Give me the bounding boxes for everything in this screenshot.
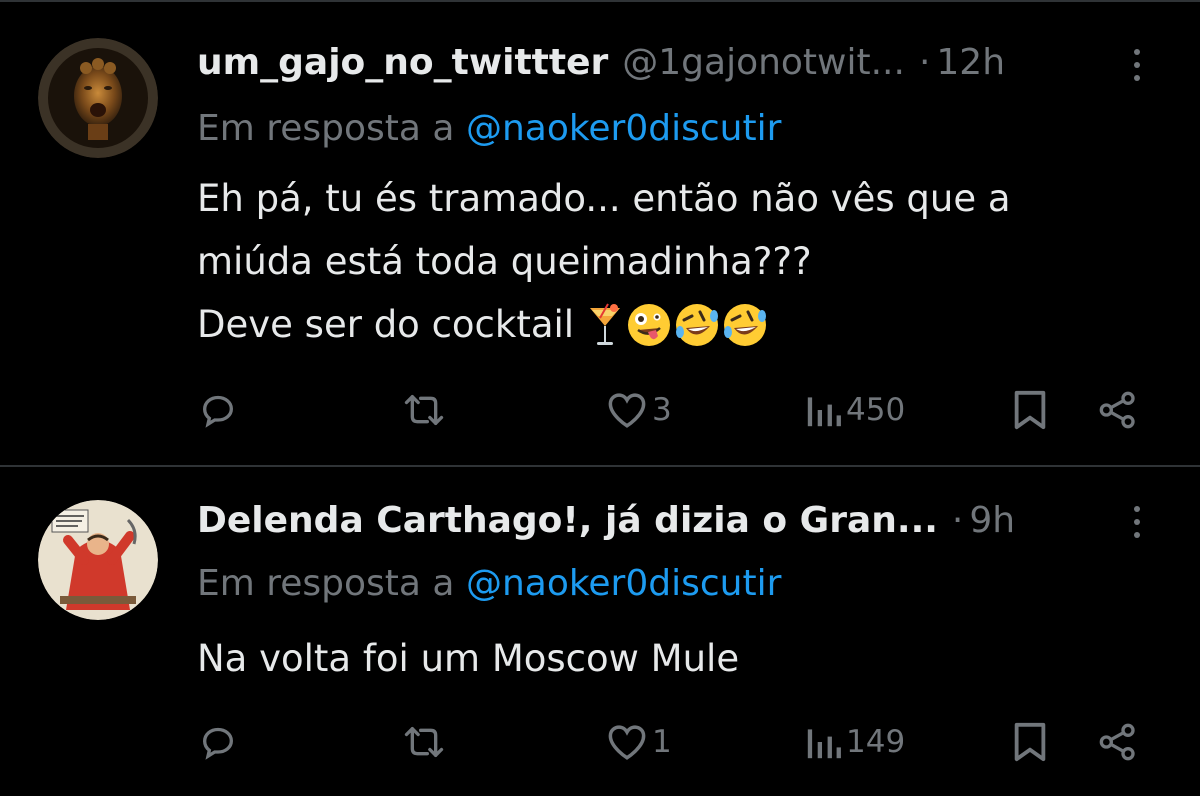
like-count: 3 [652, 392, 672, 428]
tweet-text: Na volta foi um Moscow Mule [197, 627, 739, 690]
reply-context: Em resposta a @naoker0discutir [197, 563, 781, 604]
more-options-icon[interactable] [1126, 497, 1148, 547]
more-options-icon[interactable] [1126, 40, 1148, 90]
share-icon [1099, 391, 1135, 429]
repost-button[interactable] [402, 386, 446, 434]
repost-icon [404, 727, 444, 757]
views-button[interactable]: 450 [806, 386, 905, 434]
reply-button[interactable] [198, 718, 238, 766]
separator-dot: · [951, 499, 964, 541]
bookmark-button[interactable] [1012, 718, 1048, 766]
view-count: 450 [846, 392, 906, 428]
views-button[interactable]: 149 [806, 718, 905, 766]
heart-icon [608, 393, 646, 428]
tweet-line: Na volta foi um Moscow Mule [197, 637, 740, 680]
tweet-header: Delenda Carthago!, já dizia o Gran... · … [197, 495, 1015, 545]
views-chart-icon [807, 729, 841, 759]
reply-button[interactable] [198, 386, 238, 434]
tweet-2[interactable]: Delenda Carthago!, já dizia o Gran... · … [0, 467, 1200, 796]
reply-prefix: Em resposta a [197, 108, 466, 149]
author-name[interactable]: Delenda Carthago!, já dizia o Gran... [197, 500, 938, 541]
share-button[interactable] [1098, 386, 1138, 434]
like-count: 1 [652, 724, 672, 760]
bookmark-icon [1014, 722, 1046, 762]
author-handle[interactable]: @1gajonotwit... [622, 42, 905, 83]
author-name[interactable]: um_gajo_no_twittter [197, 42, 608, 83]
reply-context: Em resposta a @naoker0discutir [197, 108, 781, 149]
reply-prefix: Em resposta a [197, 563, 466, 604]
comic-character-avatar-icon [38, 500, 158, 620]
timestamp[interactable]: 12h [936, 42, 1005, 83]
cocktail-emoji-icon [590, 303, 621, 345]
reply-icon [202, 395, 234, 428]
emoji-row [586, 302, 768, 348]
like-button[interactable]: 3 [606, 386, 672, 434]
tweet-line-with-emoji: Deve ser do cocktail [197, 293, 1011, 356]
view-count: 149 [846, 724, 906, 760]
rolling-laughing-emoji-icon [676, 303, 719, 346]
tweet-text: Eh pá, tu és tramado... então não vês qu… [197, 167, 1011, 356]
share-button[interactable] [1098, 718, 1138, 766]
bookmark-icon [1014, 390, 1046, 430]
tweet-line: Eh pá, tu és tramado... então não vês qu… [197, 177, 1011, 220]
action-bar: 3 450 [0, 386, 1200, 434]
bronze-face-medallion-icon [38, 38, 158, 158]
share-icon [1099, 723, 1135, 761]
action-bar: 1 149 [0, 718, 1200, 766]
avatar[interactable] [38, 500, 158, 620]
bookmark-button[interactable] [1012, 386, 1048, 434]
heart-icon [608, 725, 646, 760]
separator-dot: · [918, 41, 931, 83]
rolling-laughing-emoji-icon [724, 303, 767, 346]
avatar[interactable] [38, 38, 158, 158]
views-chart-icon [807, 397, 841, 427]
tweet-line: miúda está toda queimadinha??? [197, 240, 812, 283]
timestamp[interactable]: 9h [969, 500, 1015, 541]
like-button[interactable]: 1 [606, 718, 672, 766]
repost-icon [404, 395, 444, 425]
zany-face-emoji-icon [628, 303, 671, 346]
reply-mention[interactable]: @naoker0discutir [466, 563, 781, 604]
tweet-1[interactable]: um_gajo_no_twittter @1gajonotwit... · 12… [0, 0, 1200, 466]
tweet-header: um_gajo_no_twittter @1gajonotwit... · 12… [197, 37, 1005, 87]
reply-icon [202, 727, 234, 760]
reply-mention[interactable]: @naoker0discutir [466, 108, 781, 149]
repost-button[interactable] [402, 718, 446, 766]
